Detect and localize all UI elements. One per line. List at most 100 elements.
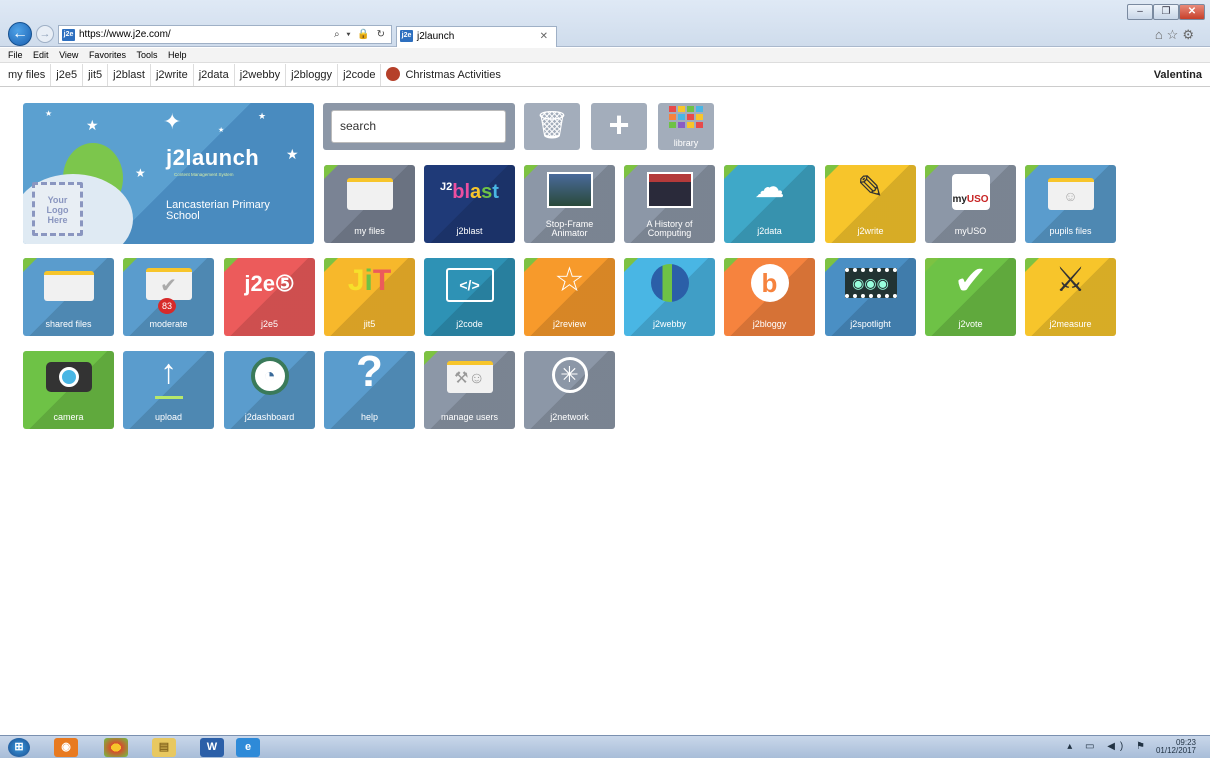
tile-label: jit5 [363, 319, 376, 329]
tile-my-files[interactable]: my files [324, 165, 415, 243]
tile-j2spotlight[interactable]: ◉◉◉ j2spotlight [825, 258, 916, 336]
trash-icon: 🗑 [534, 110, 570, 140]
home-star-gear-icons[interactable]: ⌂☆⚙ [1155, 27, 1198, 43]
address-bar[interactable]: j2e https://www.j2e.com/ ⌕ ▾ 🔒 ↻ [58, 25, 392, 44]
taskbar-ie-icon[interactable]: e [236, 738, 260, 757]
address-tools-icon[interactable]: ⌕ ▾ 🔒 ↻ [334, 26, 387, 43]
j2launch-logo: j2launch [166, 145, 260, 170]
add-button[interactable]: + [591, 103, 647, 150]
fav-j2blast[interactable]: j2blast [108, 64, 151, 86]
start-button[interactable]: ⊞ [8, 738, 30, 757]
fav-j2bloggy[interactable]: j2bloggy [286, 64, 339, 86]
moderate-count-badge: 83 [158, 298, 176, 314]
tile-j2data[interactable]: ☁ j2data [724, 165, 815, 243]
menu-tools[interactable]: Tools [136, 50, 157, 60]
forward-button[interactable]: → [36, 25, 54, 43]
reindeer-icon [386, 67, 401, 82]
restore-button[interactable]: ❐ [1153, 4, 1179, 20]
moderate-folder-icon: ✔ [123, 268, 214, 300]
menu-edit[interactable]: Edit [33, 50, 49, 60]
menu-help[interactable]: Help [168, 50, 187, 60]
tile-history-of-computing[interactable]: A History of Computing [624, 165, 715, 243]
tray-icons[interactable]: ▴ ▭ ◀) ⚑ [1067, 741, 1150, 752]
tile-moderate[interactable]: ✔ 83 moderate [123, 258, 214, 336]
taskbar-word-icon[interactable]: W [200, 738, 224, 757]
gauge-icon: ◔ [224, 357, 315, 395]
tab-j2launch[interactable]: j2e j2launch ✕ [396, 26, 557, 47]
tile-label: j2write [857, 226, 884, 236]
tile-j2code[interactable]: </> j2code [424, 258, 515, 336]
shared-folder-icon [23, 271, 114, 301]
tile-jit5[interactable]: JiT jit5 [324, 258, 415, 336]
browser-chrome: ← → j2e https://www.j2e.com/ ⌕ ▾ 🔒 ↻ j2e j… [0, 0, 1210, 47]
pencil-icon: ✎ [857, 169, 884, 205]
tile-camera[interactable]: camera [23, 351, 114, 429]
fav-jit5[interactable]: jit5 [83, 64, 109, 86]
j2launch-banner: ★ ★ ✦ ★ ★ ★ ★ j2launch Content Managemen… [23, 103, 314, 244]
taskbar-chrome-icon[interactable] [104, 738, 128, 757]
star-icon: ✦ [163, 109, 182, 134]
fav-j2data[interactable]: j2data [194, 64, 235, 86]
search-input[interactable]: search [331, 110, 506, 143]
tile-shared-files[interactable]: shared files [23, 258, 114, 336]
back-button[interactable]: ← [8, 22, 32, 46]
checkmark-icon: ✔ [953, 259, 988, 303]
tile-label: Stop-Frame Animator [545, 219, 594, 238]
star-icon: ★ [86, 117, 99, 133]
tile-j2blast[interactable]: J2blast j2blast [424, 165, 515, 243]
pupils-folder-icon: ☺ [1025, 178, 1116, 210]
tile-upload[interactable]: ↑ upload [123, 351, 214, 429]
user-name[interactable]: Valentina [1154, 64, 1202, 86]
close-window-button[interactable]: ✕ [1179, 4, 1205, 20]
minimize-button[interactable]: – [1127, 4, 1153, 20]
windows-taskbar: ⊞ ◉ ▤ W e ▴ ▭ ◀) ⚑ 09:23 01/12/2017 [0, 735, 1210, 758]
school-name: Lancasterian Primary School [166, 199, 270, 222]
taskbar-explorer-icon[interactable]: ▤ [152, 738, 176, 757]
logo-placeholder[interactable]: Your Logo Here [32, 182, 83, 236]
tile-pupils-files[interactable]: ☺ pupils files [1025, 165, 1116, 243]
tile-j2write[interactable]: ✎ j2write [825, 165, 916, 243]
url-text: https://www.j2e.com/ [79, 29, 171, 40]
menu-file[interactable]: File [8, 50, 23, 60]
menu-favorites[interactable]: Favorites [89, 50, 126, 60]
tile-j2e5[interactable]: j2e⑤ j2e5 [224, 258, 315, 336]
tile-j2vote[interactable]: ✔ j2vote [925, 258, 1016, 336]
menu-view[interactable]: View [59, 50, 78, 60]
taskbar-media-icon[interactable]: ◉ [54, 738, 78, 757]
tile-label: A History of Computing [646, 219, 693, 238]
camera-icon [23, 362, 114, 392]
tile-label: manage users [440, 412, 499, 422]
tile-manage-users[interactable]: ⚒☺ manage users [424, 351, 515, 429]
tab-close-icon[interactable]: ✕ [540, 27, 548, 46]
fav-my-files[interactable]: my files [0, 64, 52, 86]
tile-j2webby[interactable]: j2webby [624, 258, 715, 336]
tile-j2review[interactable]: ☆ j2review [524, 258, 615, 336]
clock[interactable]: 09:23 01/12/2017 [1156, 739, 1196, 755]
upload-arrow-icon: ↑ [160, 353, 177, 391]
fav-j2code[interactable]: j2code [338, 64, 382, 86]
fav-j2e5[interactable]: j2e5 [51, 64, 84, 86]
fav-j2write[interactable]: j2write [151, 64, 194, 86]
star-icon: ★ [286, 146, 299, 162]
tile-stop-frame-animator[interactable]: Stop-Frame Animator [524, 165, 615, 243]
fav-christmas-activities[interactable]: Christmas Activities [381, 64, 505, 86]
tile-help[interactable]: ? help [324, 351, 415, 429]
tile-label: j2blast [456, 226, 483, 236]
jit-icon: JiT [347, 264, 392, 297]
trash-button[interactable]: 🗑 [524, 103, 580, 150]
tile-j2bloggy[interactable]: b j2bloggy [724, 258, 815, 336]
tile-label: pupils files [1049, 226, 1092, 236]
tile-corner [224, 258, 238, 272]
tile-myuso[interactable]: myUSO myUSO [925, 165, 1016, 243]
library-button[interactable]: library [658, 103, 714, 150]
computing-thumbnail-icon [624, 172, 715, 208]
tile-j2dashboard[interactable]: ◔ j2dashboard [224, 351, 315, 429]
fav-j2webby[interactable]: j2webby [235, 64, 287, 86]
animator-thumbnail-icon [524, 172, 615, 208]
tile-j2measure[interactable]: ⚔ j2measure [1025, 258, 1116, 336]
bloggy-b-icon: b [724, 264, 815, 302]
tile-j2network[interactable]: ✳ j2network [524, 351, 615, 429]
brand-subtitle: Content Management System [174, 172, 234, 177]
tile-label: j2data [757, 226, 782, 236]
question-mark-icon: ? [356, 351, 383, 396]
